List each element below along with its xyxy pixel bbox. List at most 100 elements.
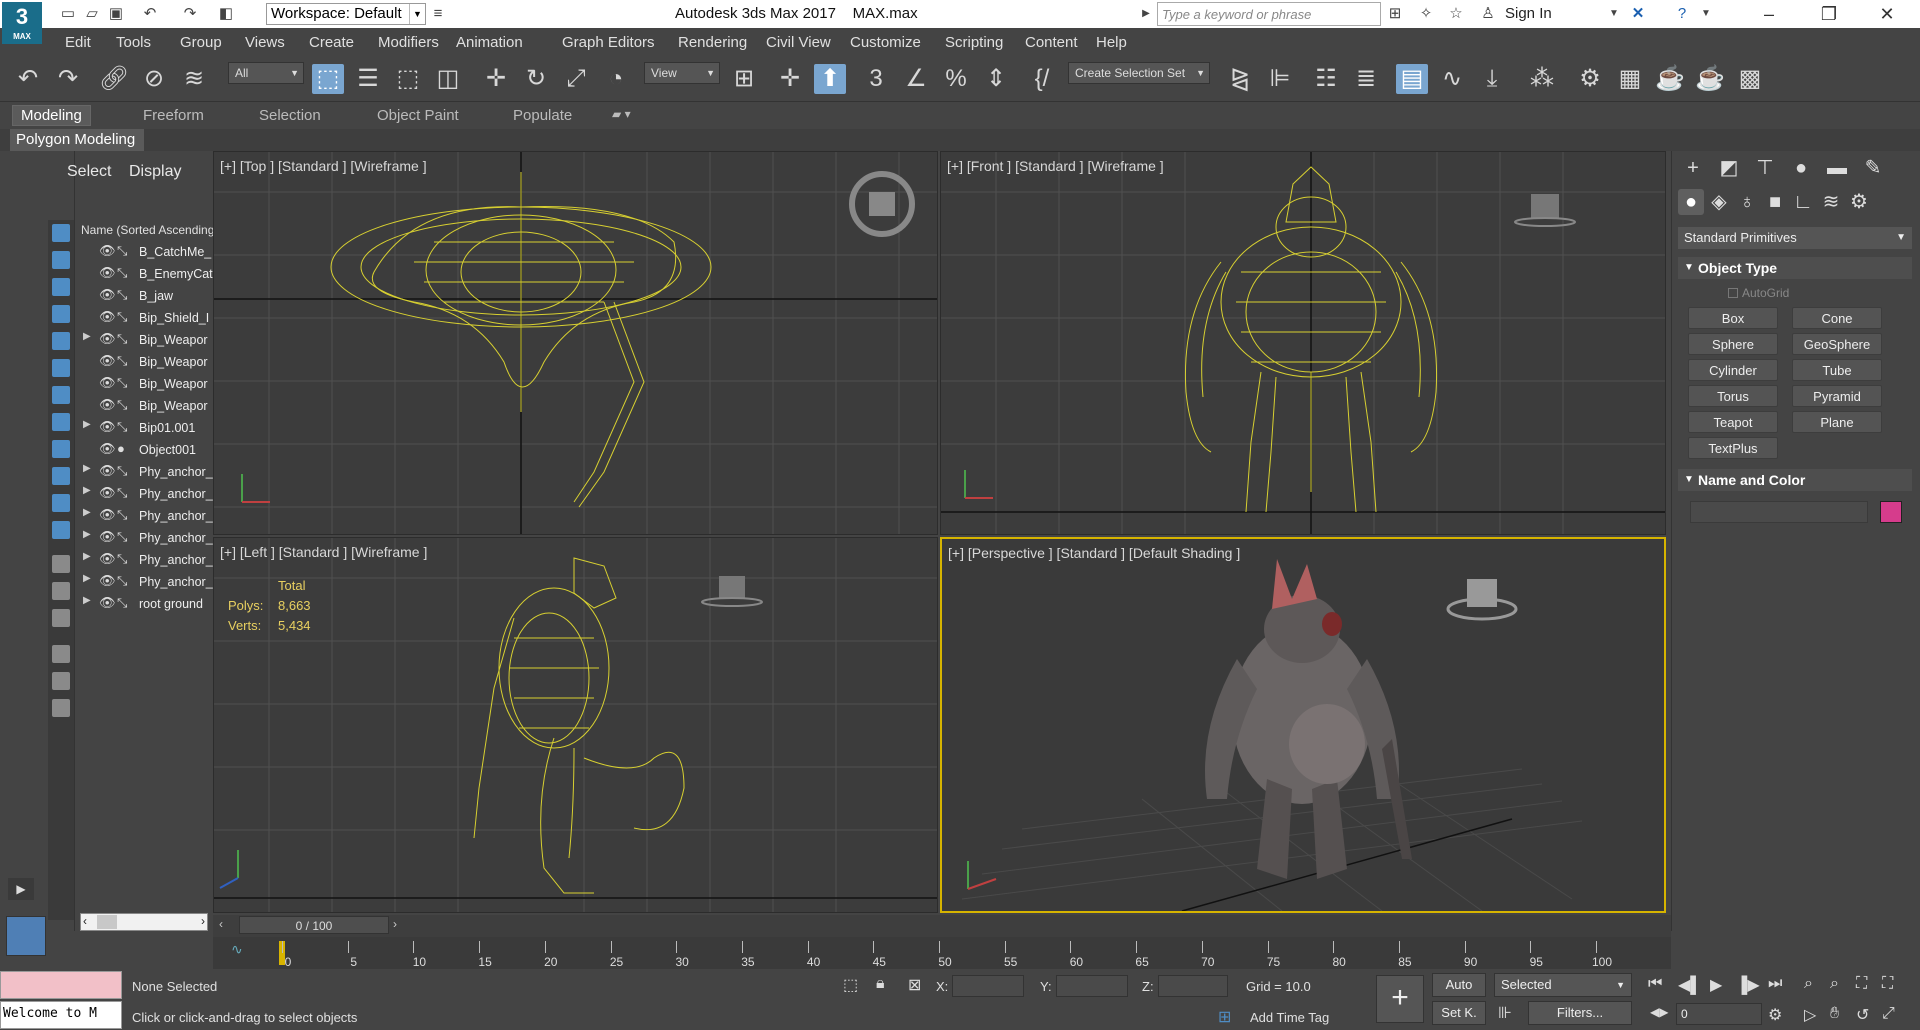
keyboard-shortcut-override-icon[interactable]: ⬆ — [814, 64, 846, 94]
box-button[interactable]: Box — [1688, 307, 1778, 329]
bone-icon[interactable]: ⤡ — [117, 397, 127, 413]
reference-coordinate-dropdown[interactable]: View ▼ — [644, 62, 720, 84]
display-bones-icon[interactable] — [52, 440, 70, 458]
geosphere-button[interactable]: GeoSphere — [1792, 333, 1882, 355]
pan-hand-icon[interactable]: ✋︎ — [1830, 1005, 1839, 1023]
helpers-icon[interactable]: ∟ — [1790, 189, 1816, 215]
systems-icon[interactable]: ⚙ — [1846, 189, 1872, 215]
list-item[interactable]: ▶ 👁︎ ⤡ Bip01.001 — [75, 417, 214, 439]
visibility-eye-icon[interactable]: 👁︎ — [99, 397, 116, 413]
bone-icon[interactable]: ⤡ — [117, 551, 127, 567]
list-item[interactable]: ▶ 👁︎ ⤡ Phy_anchor_ — [75, 461, 214, 483]
viewport-top[interactable]: [+] [Top ] [Standard ] [Wireframe ] — [213, 151, 938, 535]
spacewarps-icon[interactable]: ≋ — [1818, 189, 1844, 215]
render-a360-icon[interactable]: ▩ — [1734, 64, 1766, 94]
visibility-eye-icon[interactable]: 👁︎ — [99, 243, 116, 259]
menu-help[interactable]: Help — [1096, 34, 1127, 51]
menu-animation[interactable]: Animation — [456, 34, 523, 51]
torus-button[interactable]: Torus — [1688, 385, 1778, 407]
tab-select[interactable]: Select — [67, 163, 111, 181]
play-icon[interactable]: ▶ — [1710, 975, 1722, 995]
polygon-modeling-panel[interactable]: Polygon Modeling — [10, 129, 144, 151]
pyramid-button[interactable]: Pyramid — [1792, 385, 1882, 407]
schematic-view-icon[interactable]: ⤓ — [1476, 64, 1508, 94]
snaps-toggle-icon[interactable]: 3 — [860, 64, 892, 94]
menu-scripting[interactable]: Scripting — [945, 34, 1003, 51]
binoculars-icon[interactable]: ⊞ — [1385, 4, 1405, 24]
set-key-button[interactable]: Set K. — [1432, 1001, 1486, 1025]
bone-icon[interactable]: ⤡ — [117, 309, 127, 325]
chevron-left-icon[interactable]: ‹ — [83, 914, 87, 928]
next-frame-icon[interactable]: ▐▶ — [1736, 975, 1760, 995]
expand-arrow-icon[interactable]: ▶ — [83, 529, 91, 540]
visibility-eye-icon[interactable]: 👁︎ — [99, 595, 116, 611]
selection-lock-icon[interactable]: 🔒︎ — [876, 975, 885, 993]
link-icon[interactable]: 🔗︎ — [98, 64, 130, 94]
hierarchy-tab-icon[interactable]: ⊤ — [1752, 155, 1778, 181]
display-hidden-icon[interactable] — [52, 521, 70, 539]
viewport-layout-icon[interactable] — [6, 916, 46, 956]
time-slider[interactable]: 0 / 100 — [239, 916, 389, 934]
help-icon[interactable]: ? — [1672, 4, 1692, 24]
list-item[interactable]: ▶ 👁︎ ⤡ Phy_anchor_ — [75, 571, 214, 593]
bind-spacewarp-icon[interactable]: ≋ — [178, 64, 210, 94]
tab-populate[interactable]: Populate — [513, 107, 572, 124]
time-tag-icon[interactable]: ⊞ — [1218, 1007, 1231, 1027]
spinner-snap-icon[interactable]: ⇕ — [980, 64, 1012, 94]
display-tab-icon[interactable]: ▬ — [1824, 155, 1850, 181]
unlink-icon[interactable]: ⊘ — [138, 64, 170, 94]
list-item[interactable]: 👁︎ ⤡ B_jaw — [75, 285, 214, 307]
app-logo[interactable]: 3 MAX — [2, 2, 42, 44]
display-frozen-icon[interactable] — [52, 494, 70, 512]
shapes-icon[interactable]: ◈ — [1706, 189, 1732, 215]
bone-icon[interactable]: ⤡ — [117, 375, 127, 391]
teapot-button[interactable]: Teapot — [1688, 411, 1778, 433]
visibility-eye-icon[interactable]: 👁︎ — [99, 573, 116, 589]
plane-button[interactable]: Plane — [1792, 411, 1882, 433]
set-key-plus-button[interactable]: + — [1376, 975, 1424, 1023]
motion-tab-icon[interactable]: ● — [1788, 155, 1814, 181]
zoom-all-icon[interactable]: ⌕ — [1830, 975, 1839, 993]
expand-arrow-icon[interactable]: ▶ — [83, 419, 91, 430]
redo-icon[interactable]: ↷ — [180, 4, 200, 24]
field-of-view-icon[interactable]: ▷ — [1804, 1005, 1816, 1025]
list-item[interactable]: 👁︎ ⤡ B_CatchMe_ — [75, 241, 214, 263]
visibility-eye-icon[interactable]: 👁︎ — [99, 287, 116, 303]
percent-snap-icon[interactable]: % — [940, 64, 972, 94]
user-icon[interactable]: ♙ — [1478, 4, 1498, 24]
material-editor-icon[interactable]: ⁂ — [1526, 64, 1558, 94]
visibility-eye-icon[interactable]: 👁︎ — [99, 507, 116, 523]
viewport-front[interactable]: [+] [Front ] [Standard ] [Wireframe ] — [940, 151, 1666, 535]
bone-icon[interactable]: ⤡ — [117, 353, 127, 369]
menu-group[interactable]: Group — [180, 34, 222, 51]
time-configuration-icon[interactable]: ⚙ — [1768, 1005, 1782, 1025]
key-filter-dropdown[interactable]: Selected ▼ — [1494, 973, 1632, 997]
tube-button[interactable]: Tube — [1792, 359, 1882, 381]
visibility-eye-icon[interactable]: 👁︎ — [99, 375, 116, 391]
viewport-label[interactable]: [+] [Front ] [Standard ] [Wireframe ] — [947, 158, 1164, 174]
absolute-mode-icon[interactable]: ⊠ — [908, 975, 921, 995]
place-icon[interactable]: ◔ — [600, 64, 632, 94]
menu-graph-editors[interactable]: Graph Editors — [562, 34, 655, 51]
favorites-star-icon[interactable]: ☆ — [1446, 4, 1466, 24]
display-spacewarps-icon[interactable] — [52, 359, 70, 377]
bone-icon[interactable]: ⤡ — [117, 573, 127, 589]
layer-filter-icon[interactable] — [52, 699, 70, 717]
object-name-field[interactable] — [1690, 501, 1868, 523]
open-file-icon[interactable]: ▱ — [82, 4, 102, 24]
z-coordinate-field[interactable] — [1158, 975, 1228, 997]
menu-create[interactable]: Create — [309, 34, 354, 51]
search-input[interactable]: Type a keyword or phrase — [1157, 2, 1381, 26]
bone-icon[interactable]: ⤡ — [117, 331, 127, 347]
maximize-viewport-icon[interactable]: ⤢ — [1882, 1005, 1895, 1023]
rotate-icon[interactable]: ↻ — [520, 64, 552, 94]
chevron-down-icon[interactable]: ▼ — [1604, 4, 1624, 24]
maxscript-listener-output[interactable] — [0, 971, 122, 999]
workspace-dropdown[interactable]: Workspace: Default ▼ — [266, 3, 426, 25]
funnel-icon[interactable] — [52, 672, 70, 690]
zoom-extents-icon[interactable]: ⛶ — [1856, 975, 1867, 993]
list-item[interactable]: 👁︎ ● Object001 — [75, 439, 214, 461]
named-selection-sets-dropdown[interactable]: Create Selection Set ▼ — [1068, 62, 1210, 84]
menu-tools[interactable]: Tools — [116, 34, 151, 51]
filter-icon[interactable] — [52, 645, 70, 663]
